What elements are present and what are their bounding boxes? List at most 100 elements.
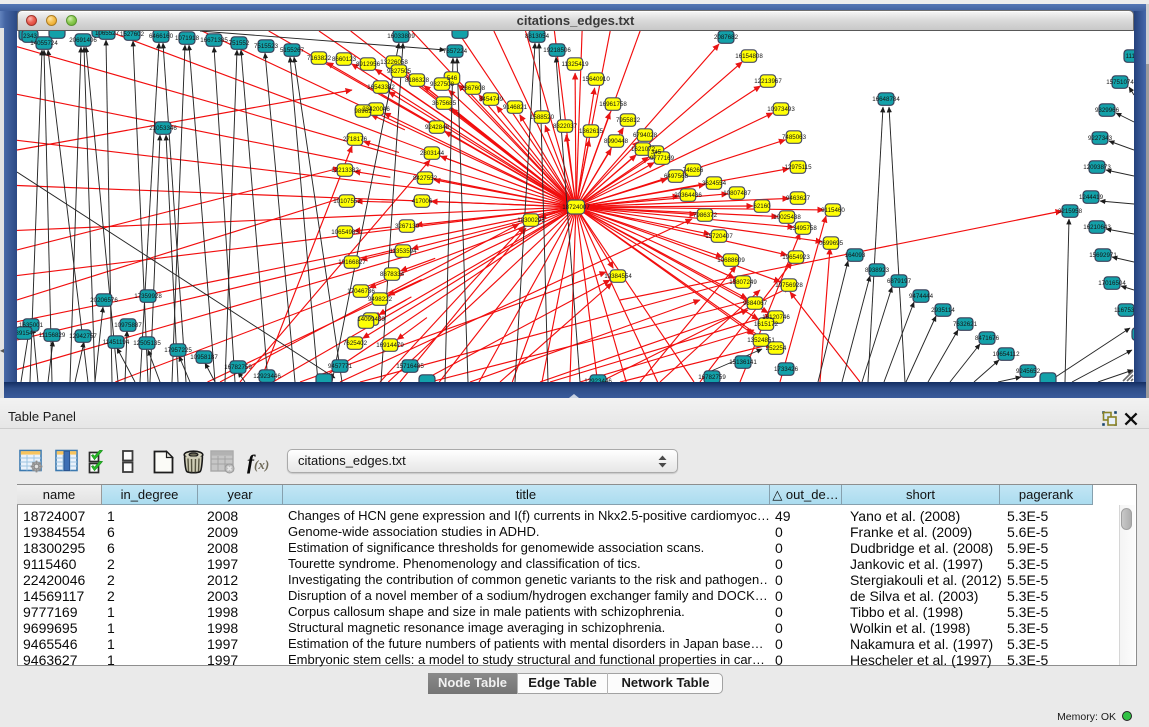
svg-text:16671385: 16671385 [200, 37, 228, 44]
svg-text:2867608: 2867608 [461, 85, 486, 92]
svg-text:8186328: 8186328 [405, 77, 430, 84]
svg-text:12213967: 12213967 [754, 78, 782, 85]
svg-text:9242848: 9242848 [425, 124, 450, 131]
svg-text:0699695: 0699695 [819, 240, 844, 247]
svg-text:252254: 252254 [766, 345, 787, 352]
svg-text:9457771: 9457771 [328, 363, 353, 370]
svg-text:9115460: 9115460 [821, 207, 845, 214]
svg-text:12505135: 12505135 [133, 340, 161, 347]
svg-text:7955812: 7955812 [616, 117, 641, 124]
svg-text:2803144: 2803144 [420, 150, 445, 157]
svg-text:2718176: 2718176 [343, 136, 368, 143]
svg-text:10975887: 10975887 [114, 322, 142, 329]
svg-text:14055724: 14055724 [30, 40, 58, 47]
svg-text:19654923: 19654923 [782, 254, 810, 261]
svg-text:2087682: 2087682 [714, 34, 739, 41]
svg-text:10807487: 10807487 [723, 190, 751, 197]
svg-text:62160: 62160 [753, 203, 771, 210]
svg-text:7632621: 7632621 [953, 321, 978, 328]
svg-text:12923446: 12923446 [253, 373, 281, 380]
svg-text:6879197: 6879197 [887, 278, 912, 285]
svg-text:7986372: 7986372 [693, 212, 718, 219]
svg-text:17957225: 17957225 [164, 347, 192, 354]
svg-text:16210643: 16210643 [1083, 224, 1111, 231]
svg-text:16033809: 16033809 [387, 33, 415, 40]
svg-text:10958187: 10958187 [190, 354, 218, 361]
svg-text:13524851: 13524851 [747, 337, 775, 344]
svg-text:3267130: 3267130 [395, 223, 420, 230]
svg-text:6466160: 6466160 [149, 33, 174, 40]
svg-text:16914479: 16914479 [376, 342, 404, 349]
svg-text:15720407: 15720407 [705, 233, 733, 240]
svg-text:2935114: 2935114 [931, 307, 955, 314]
svg-text:6497568: 6497568 [664, 173, 689, 180]
svg-text:1635001: 1635001 [19, 322, 44, 329]
svg-text:1112: 1112 [1126, 53, 1134, 60]
svg-text:3624554: 3624554 [702, 180, 727, 187]
svg-text:7515523: 7515523 [254, 43, 279, 50]
svg-text:8322037: 8322037 [553, 123, 578, 130]
svg-text:16782759: 16782759 [698, 374, 726, 381]
svg-text:7625402: 7625402 [343, 340, 368, 347]
svg-text:1733426: 1733426 [774, 366, 799, 373]
svg-text:9329966: 9329966 [1095, 107, 1120, 114]
svg-text:10973493: 10973493 [767, 106, 795, 113]
svg-text:10025438: 10025438 [773, 214, 801, 221]
svg-text:12213382: 12213382 [331, 167, 359, 174]
svg-text:16120746: 16120746 [762, 314, 790, 321]
svg-text:9384067: 9384067 [743, 300, 768, 307]
svg-text:8813054: 8813054 [525, 33, 550, 40]
svg-text:9474444: 9474444 [909, 293, 934, 300]
svg-text:1167533: 1167533 [1114, 307, 1134, 314]
svg-text:17016504: 17016504 [1098, 280, 1126, 287]
svg-text:11325419: 11325419 [561, 61, 589, 68]
svg-text:19166827: 19166827 [338, 259, 366, 266]
svg-text:1362615: 1362615 [579, 128, 604, 135]
svg-text:9463627: 9463627 [786, 195, 811, 202]
svg-text:18807249: 18807249 [729, 279, 757, 286]
svg-text:8471676: 8471676 [975, 335, 1000, 342]
svg-text:8990448: 8990448 [604, 138, 629, 145]
svg-text:10107552: 10107552 [333, 198, 361, 205]
svg-text:751552: 751552 [229, 40, 250, 47]
svg-text:15640910: 15640910 [582, 76, 610, 83]
svg-text:9327505: 9327505 [387, 68, 412, 75]
svg-text:10654112: 10654112 [992, 351, 1020, 358]
svg-text:1065527: 1065527 [95, 31, 120, 37]
svg-text:15751074: 15751074 [1106, 79, 1134, 86]
svg-text:18300295: 18300295 [517, 217, 545, 224]
svg-text:1615172: 1615172 [754, 321, 779, 328]
svg-text:8912956: 8912956 [356, 61, 381, 68]
svg-text:13226058: 13226058 [380, 59, 408, 66]
svg-text:13495758: 13495758 [789, 225, 817, 232]
svg-text:9146821: 9146821 [503, 104, 528, 111]
svg-text:19756928: 19756928 [775, 282, 803, 289]
svg-text:11353594: 11353594 [389, 248, 417, 255]
svg-text:20691406: 20691406 [69, 37, 97, 44]
svg-text:12093873: 12093873 [1083, 164, 1111, 171]
svg-text:5155267: 5155267 [280, 47, 305, 54]
svg-text:12923446: 12923446 [584, 378, 612, 382]
svg-text:12975115: 12975115 [784, 164, 812, 171]
svg-text:3215958: 3215958 [1058, 208, 1083, 215]
svg-text:16782759: 16782759 [224, 364, 252, 371]
svg-text:7163822: 7163822 [307, 55, 332, 62]
svg-text:9245652: 9245652 [1016, 368, 1041, 375]
svg-text:12942757: 12942757 [69, 333, 97, 340]
svg-text:15692971: 15692971 [1089, 252, 1117, 259]
svg-text:14099489: 14099489 [357, 316, 385, 323]
svg-text:39154: 39154 [17, 330, 33, 337]
svg-text:18724007: 18724007 [562, 204, 590, 211]
svg-text:11451194: 11451194 [103, 339, 130, 346]
svg-text:10654983: 10654983 [331, 229, 359, 236]
svg-text:20206576: 20206576 [90, 297, 118, 304]
svg-text:6794028: 6794028 [633, 132, 658, 139]
svg-text:19218506: 19218506 [543, 47, 571, 54]
svg-text:8454749: 8454749 [479, 96, 504, 103]
svg-text:417006: 417006 [412, 198, 433, 205]
svg-text:1244419: 1244419 [1079, 194, 1104, 201]
svg-text:8878334: 8878334 [380, 271, 405, 278]
svg-text:8660123: 8660123 [332, 56, 357, 63]
svg-text:8427552: 8427552 [413, 175, 438, 182]
svg-text:20364436: 20364436 [674, 192, 702, 199]
